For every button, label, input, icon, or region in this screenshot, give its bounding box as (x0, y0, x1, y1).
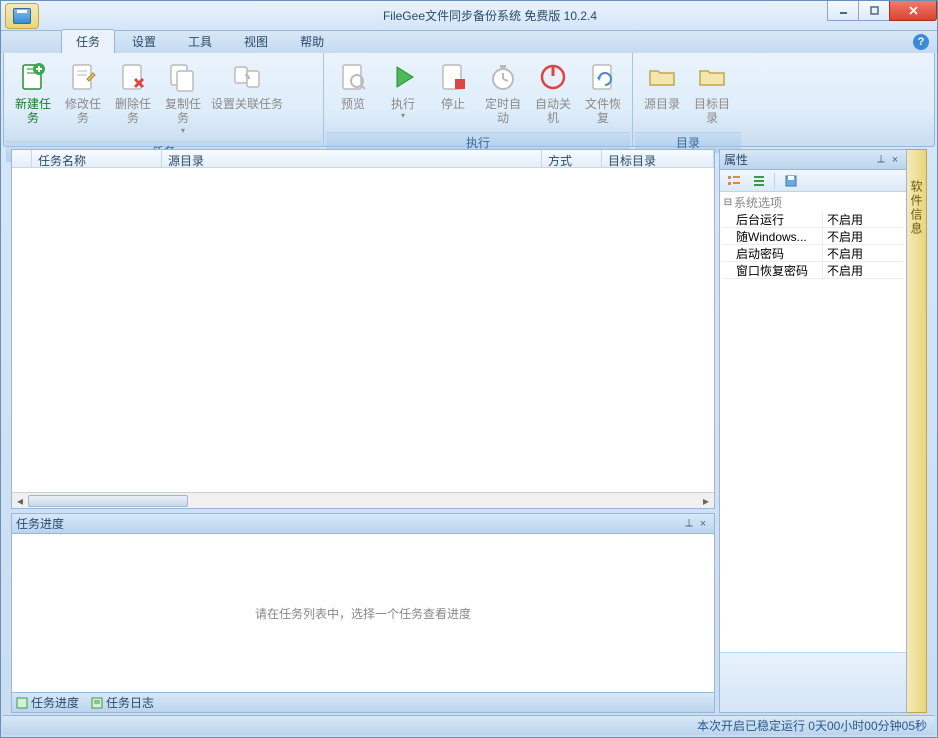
property-group-label: 系统选项 (734, 194, 782, 211)
play-icon (387, 61, 419, 93)
scroll-left-arrow[interactable]: ◂ (12, 493, 28, 509)
close-button[interactable] (889, 1, 937, 21)
delete-task-button[interactable]: 删除任务 (108, 57, 158, 139)
close-panel-icon[interactable]: × (696, 518, 710, 530)
minimize-button[interactable] (827, 1, 859, 21)
tab-tools[interactable]: 工具 (173, 29, 227, 53)
col-source-dir[interactable]: 源目录 (162, 150, 542, 167)
stop-icon (437, 61, 469, 93)
property-row[interactable]: 随Windows... 不启用 (722, 228, 904, 245)
auto-shutdown-button[interactable]: 自动关机 (528, 57, 578, 130)
property-row[interactable]: 窗口恢复密码 不启用 (722, 262, 904, 279)
left-column: 任务名称 源目录 方式 目标目录 ◂ ▸ 任务进度 ⟂ (11, 149, 715, 713)
file-restore-button[interactable]: 文件恢复 (578, 57, 628, 130)
delete-task-icon (117, 61, 149, 93)
alphabetic-icon[interactable] (750, 173, 766, 189)
task-list-body[interactable]: ◂ ▸ (12, 168, 714, 508)
timer-button[interactable]: 定时自动 (478, 57, 528, 130)
execute-button[interactable]: 执行 (378, 57, 428, 130)
progress-titlebar: 任务进度 ⟂ × (12, 514, 714, 534)
stop-button[interactable]: 停止 (428, 57, 478, 130)
progress-title: 任务进度 (16, 515, 682, 532)
link-task-icon (231, 61, 263, 93)
property-row[interactable]: 后台运行 不启用 (722, 211, 904, 228)
folder-src-icon (646, 61, 678, 93)
main-area: 任务名称 源目录 方式 目标目录 ◂ ▸ 任务进度 ⟂ (11, 149, 927, 713)
app-icon[interactable] (5, 3, 39, 29)
new-task-button[interactable]: 新建任务 (8, 57, 58, 139)
progress-tab-icon (16, 697, 28, 709)
pin-icon[interactable]: ⟂ (682, 517, 696, 530)
restore-icon (587, 61, 619, 93)
properties-body: ⊟ 系统选项 后台运行 不启用 随Windows... 不启用 启动密码 不启用 (720, 192, 906, 652)
ribbon: 新建任务 修改任务 删除任务 复制任务 设置关联任务 (3, 53, 935, 147)
edit-task-button[interactable]: 修改任务 (58, 57, 108, 139)
window-controls (828, 1, 937, 21)
right-column: 属性 ⟂ × ⊟ 系统选项 后台运行 (719, 149, 927, 713)
side-tab-info[interactable]: 软件信息 (907, 149, 927, 713)
statusbar: 本次开启已稳定运行 0天00小时00分钟05秒 (3, 715, 935, 735)
tab-task[interactable]: 任务 (61, 29, 115, 53)
menubar: 任务 设置 工具 视图 帮助 ? (1, 31, 937, 53)
col-mode[interactable]: 方式 (542, 150, 602, 167)
progress-panel: 任务进度 ⟂ × 请在任务列表中，选择一个任务查看进度 任务进度 任务日志 (11, 513, 715, 713)
categorize-icon[interactable] (726, 173, 742, 189)
maximize-button[interactable] (858, 1, 890, 21)
app-window: FileGee文件同步备份系统 免费版 10.2.4 任务 设置 工具 视图 帮… (0, 0, 938, 738)
tab-view[interactable]: 视图 (229, 29, 283, 53)
col-icon[interactable] (12, 150, 32, 167)
window-title: FileGee文件同步备份系统 免费版 10.2.4 (43, 7, 937, 24)
property-row[interactable]: 启动密码 不启用 (722, 245, 904, 262)
edit-task-icon (67, 61, 99, 93)
ribbon-group-execute: 预览 执行 停止 定时自动 自动关机 (324, 53, 633, 146)
timer-icon (487, 61, 519, 93)
properties-footer (720, 652, 906, 712)
horizontal-scrollbar[interactable]: ◂ ▸ (12, 492, 714, 508)
tab-task-log[interactable]: 任务日志 (91, 694, 154, 711)
scroll-thumb[interactable] (28, 495, 188, 507)
folder-dst-icon (696, 61, 728, 93)
tab-help[interactable]: 帮助 (285, 29, 339, 53)
properties-titlebar: 属性 ⟂ × (720, 150, 906, 170)
task-list-panel: 任务名称 源目录 方式 目标目录 ◂ ▸ (11, 149, 715, 509)
task-list-header: 任务名称 源目录 方式 目标目录 (12, 150, 714, 168)
copy-task-button[interactable]: 复制任务 (158, 57, 208, 139)
pin-icon[interactable]: ⟂ (874, 153, 888, 166)
progress-body: 请在任务列表中，选择一个任务查看进度 (12, 534, 714, 692)
link-task-button[interactable]: 设置关联任务 (208, 57, 286, 139)
progress-placeholder: 请在任务列表中，选择一个任务查看进度 (255, 605, 471, 622)
save-icon[interactable] (783, 173, 799, 189)
log-tab-icon (91, 697, 103, 709)
help-icon[interactable]: ? (913, 34, 929, 50)
ribbon-group-dir: 源目录 目标目录 目录 (633, 53, 743, 146)
close-panel-icon[interactable]: × (888, 154, 902, 166)
progress-tabs: 任务进度 任务日志 (12, 692, 714, 712)
property-group-row[interactable]: ⊟ 系统选项 (722, 194, 904, 211)
preview-icon (337, 61, 369, 93)
col-target-dir[interactable]: 目标目录 (602, 150, 714, 167)
source-dir-button[interactable]: 源目录 (637, 57, 687, 130)
tab-task-progress[interactable]: 任务进度 (16, 694, 79, 711)
properties-panel: 属性 ⟂ × ⊟ 系统选项 后台运行 (719, 149, 907, 713)
properties-title: 属性 (724, 151, 874, 168)
scroll-right-arrow[interactable]: ▸ (698, 493, 714, 509)
col-task-name[interactable]: 任务名称 (32, 150, 162, 167)
titlebar: FileGee文件同步备份系统 免费版 10.2.4 (1, 1, 937, 31)
tab-settings[interactable]: 设置 (117, 29, 171, 53)
ribbon-group-task: 新建任务 修改任务 删除任务 复制任务 设置关联任务 (4, 53, 324, 146)
shutdown-icon (537, 61, 569, 93)
preview-button[interactable]: 预览 (328, 57, 378, 130)
side-tab-label: 软件信息 (908, 180, 925, 236)
properties-toolbar (720, 170, 906, 192)
collapse-icon[interactable]: ⊟ (722, 197, 734, 208)
toolbar-separator (774, 173, 775, 189)
copy-task-icon (167, 61, 199, 93)
new-task-icon (17, 61, 49, 93)
status-text: 本次开启已稳定运行 0天00小时00分钟05秒 (697, 717, 927, 734)
target-dir-button[interactable]: 目标目录 (687, 57, 737, 130)
